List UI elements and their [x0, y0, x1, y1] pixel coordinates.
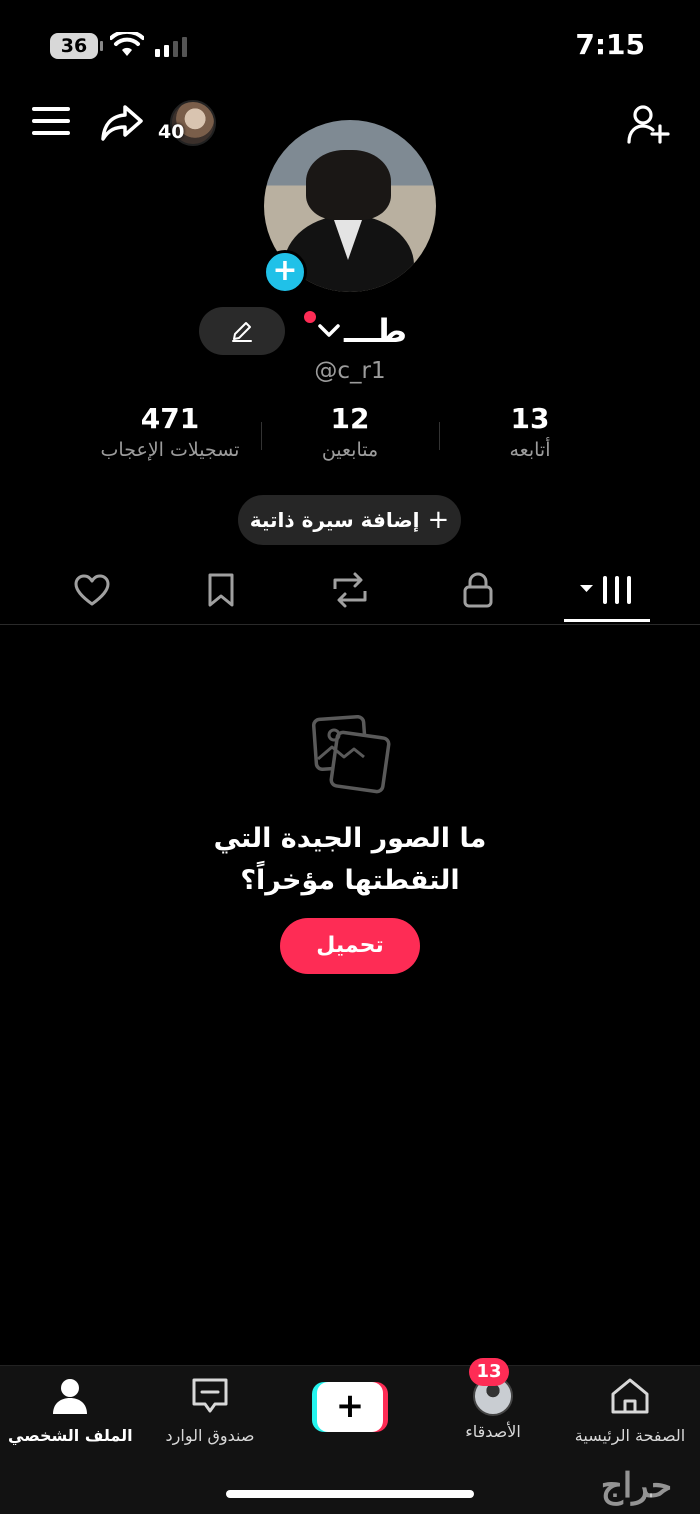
display-name: طـــ [344, 312, 407, 350]
story-count: 40 [158, 121, 185, 143]
nav-profile[interactable]: الملف الشخصي [8, 1376, 133, 1445]
nav-profile-label: الملف الشخصي [8, 1426, 133, 1445]
display-name-switcher[interactable]: طـــ [318, 312, 407, 350]
add-bio-button[interactable]: + إضافة سيرة ذاتية [238, 495, 461, 545]
status-dot [304, 311, 316, 323]
stat-likes: 471 تسجيلات الإعجاب [90, 402, 250, 461]
photos-icon [312, 715, 391, 794]
active-tab-indicator [564, 619, 650, 622]
nav-home[interactable]: الصفحة الرئيسية [560, 1376, 700, 1445]
bookmark-icon [208, 573, 234, 607]
profile-stats: 471 تسجيلات الإعجاب 12 متابعين 13 أتابعه [0, 402, 700, 472]
friends-badge: 13 [469, 1358, 509, 1386]
plus-icon: + [317, 1382, 383, 1432]
bottom-nav: الملف الشخصي صندوق الوارد + 13 الأصدقاء … [0, 1358, 700, 1514]
empty-state-title-line2: التقطتها مؤخراً؟ [240, 865, 460, 896]
clock: 7:15 [575, 28, 645, 61]
home-indicator[interactable] [226, 1490, 474, 1498]
battery-indicator: 36 [50, 33, 103, 59]
pencil-icon [232, 322, 252, 342]
share-icon[interactable] [100, 103, 144, 143]
friends-avatar: 13 [469, 1358, 513, 1416]
watermark: حراج [600, 1466, 672, 1506]
nav-friends-label: الأصدقاء [465, 1422, 521, 1441]
lock-icon [463, 572, 493, 608]
heart-icon [74, 574, 110, 606]
tab-videos[interactable] [577, 568, 637, 612]
stat-divider [261, 422, 262, 450]
chevron-down-icon [318, 324, 340, 337]
status-bar: 36 7:15 [0, 0, 700, 90]
grid-icon [580, 576, 631, 604]
tab-favorites[interactable] [191, 568, 251, 612]
add-avatar-button[interactable]: + [263, 250, 307, 294]
nav-home-label: الصفحة الرئيسية [574, 1426, 686, 1445]
wifi-icon [110, 32, 144, 56]
home-icon [611, 1378, 649, 1414]
likes-label: تسجيلات الإعجاب [100, 439, 240, 461]
nav-inbox-label: صندوق الوارد [165, 1426, 255, 1445]
content-tabs [0, 560, 700, 625]
stat-divider [439, 422, 440, 450]
following-count: 13 [510, 402, 550, 435]
add-bio-label: إضافة سيرة ذاتية [249, 508, 420, 532]
edit-profile-button[interactable] [199, 307, 285, 355]
repost-icon [333, 572, 367, 608]
cell-signal-icon [155, 35, 187, 57]
upload-button[interactable]: تحميل [280, 918, 420, 974]
person-icon [53, 1379, 87, 1414]
stat-followers[interactable]: 12 متابعين [290, 402, 410, 461]
likes-count: 471 [140, 402, 200, 435]
username: @c_r1 [314, 358, 386, 384]
followers-label: متابعين [321, 439, 379, 461]
empty-state-title: ما الصور الجيدة التي التقطتها مؤخراً؟ [0, 818, 700, 902]
nav-inbox[interactable]: صندوق الوارد [152, 1376, 268, 1445]
stat-following[interactable]: 13 أتابعه [470, 402, 590, 461]
plus-icon: + [427, 505, 450, 535]
tab-liked[interactable] [62, 568, 122, 612]
inbox-icon [192, 1378, 228, 1413]
tab-reposts[interactable] [320, 568, 380, 612]
nav-friends[interactable]: 13 الأصدقاء [448, 1358, 538, 1441]
create-button[interactable]: + [312, 1382, 388, 1432]
tab-private[interactable] [448, 568, 508, 612]
following-label: أتابعه [509, 439, 551, 461]
empty-state-title-line1: ما الصور الجيدة التي [213, 823, 487, 854]
menu-icon[interactable] [32, 107, 70, 137]
add-friend-icon[interactable] [626, 102, 670, 146]
followers-count: 12 [330, 402, 370, 435]
